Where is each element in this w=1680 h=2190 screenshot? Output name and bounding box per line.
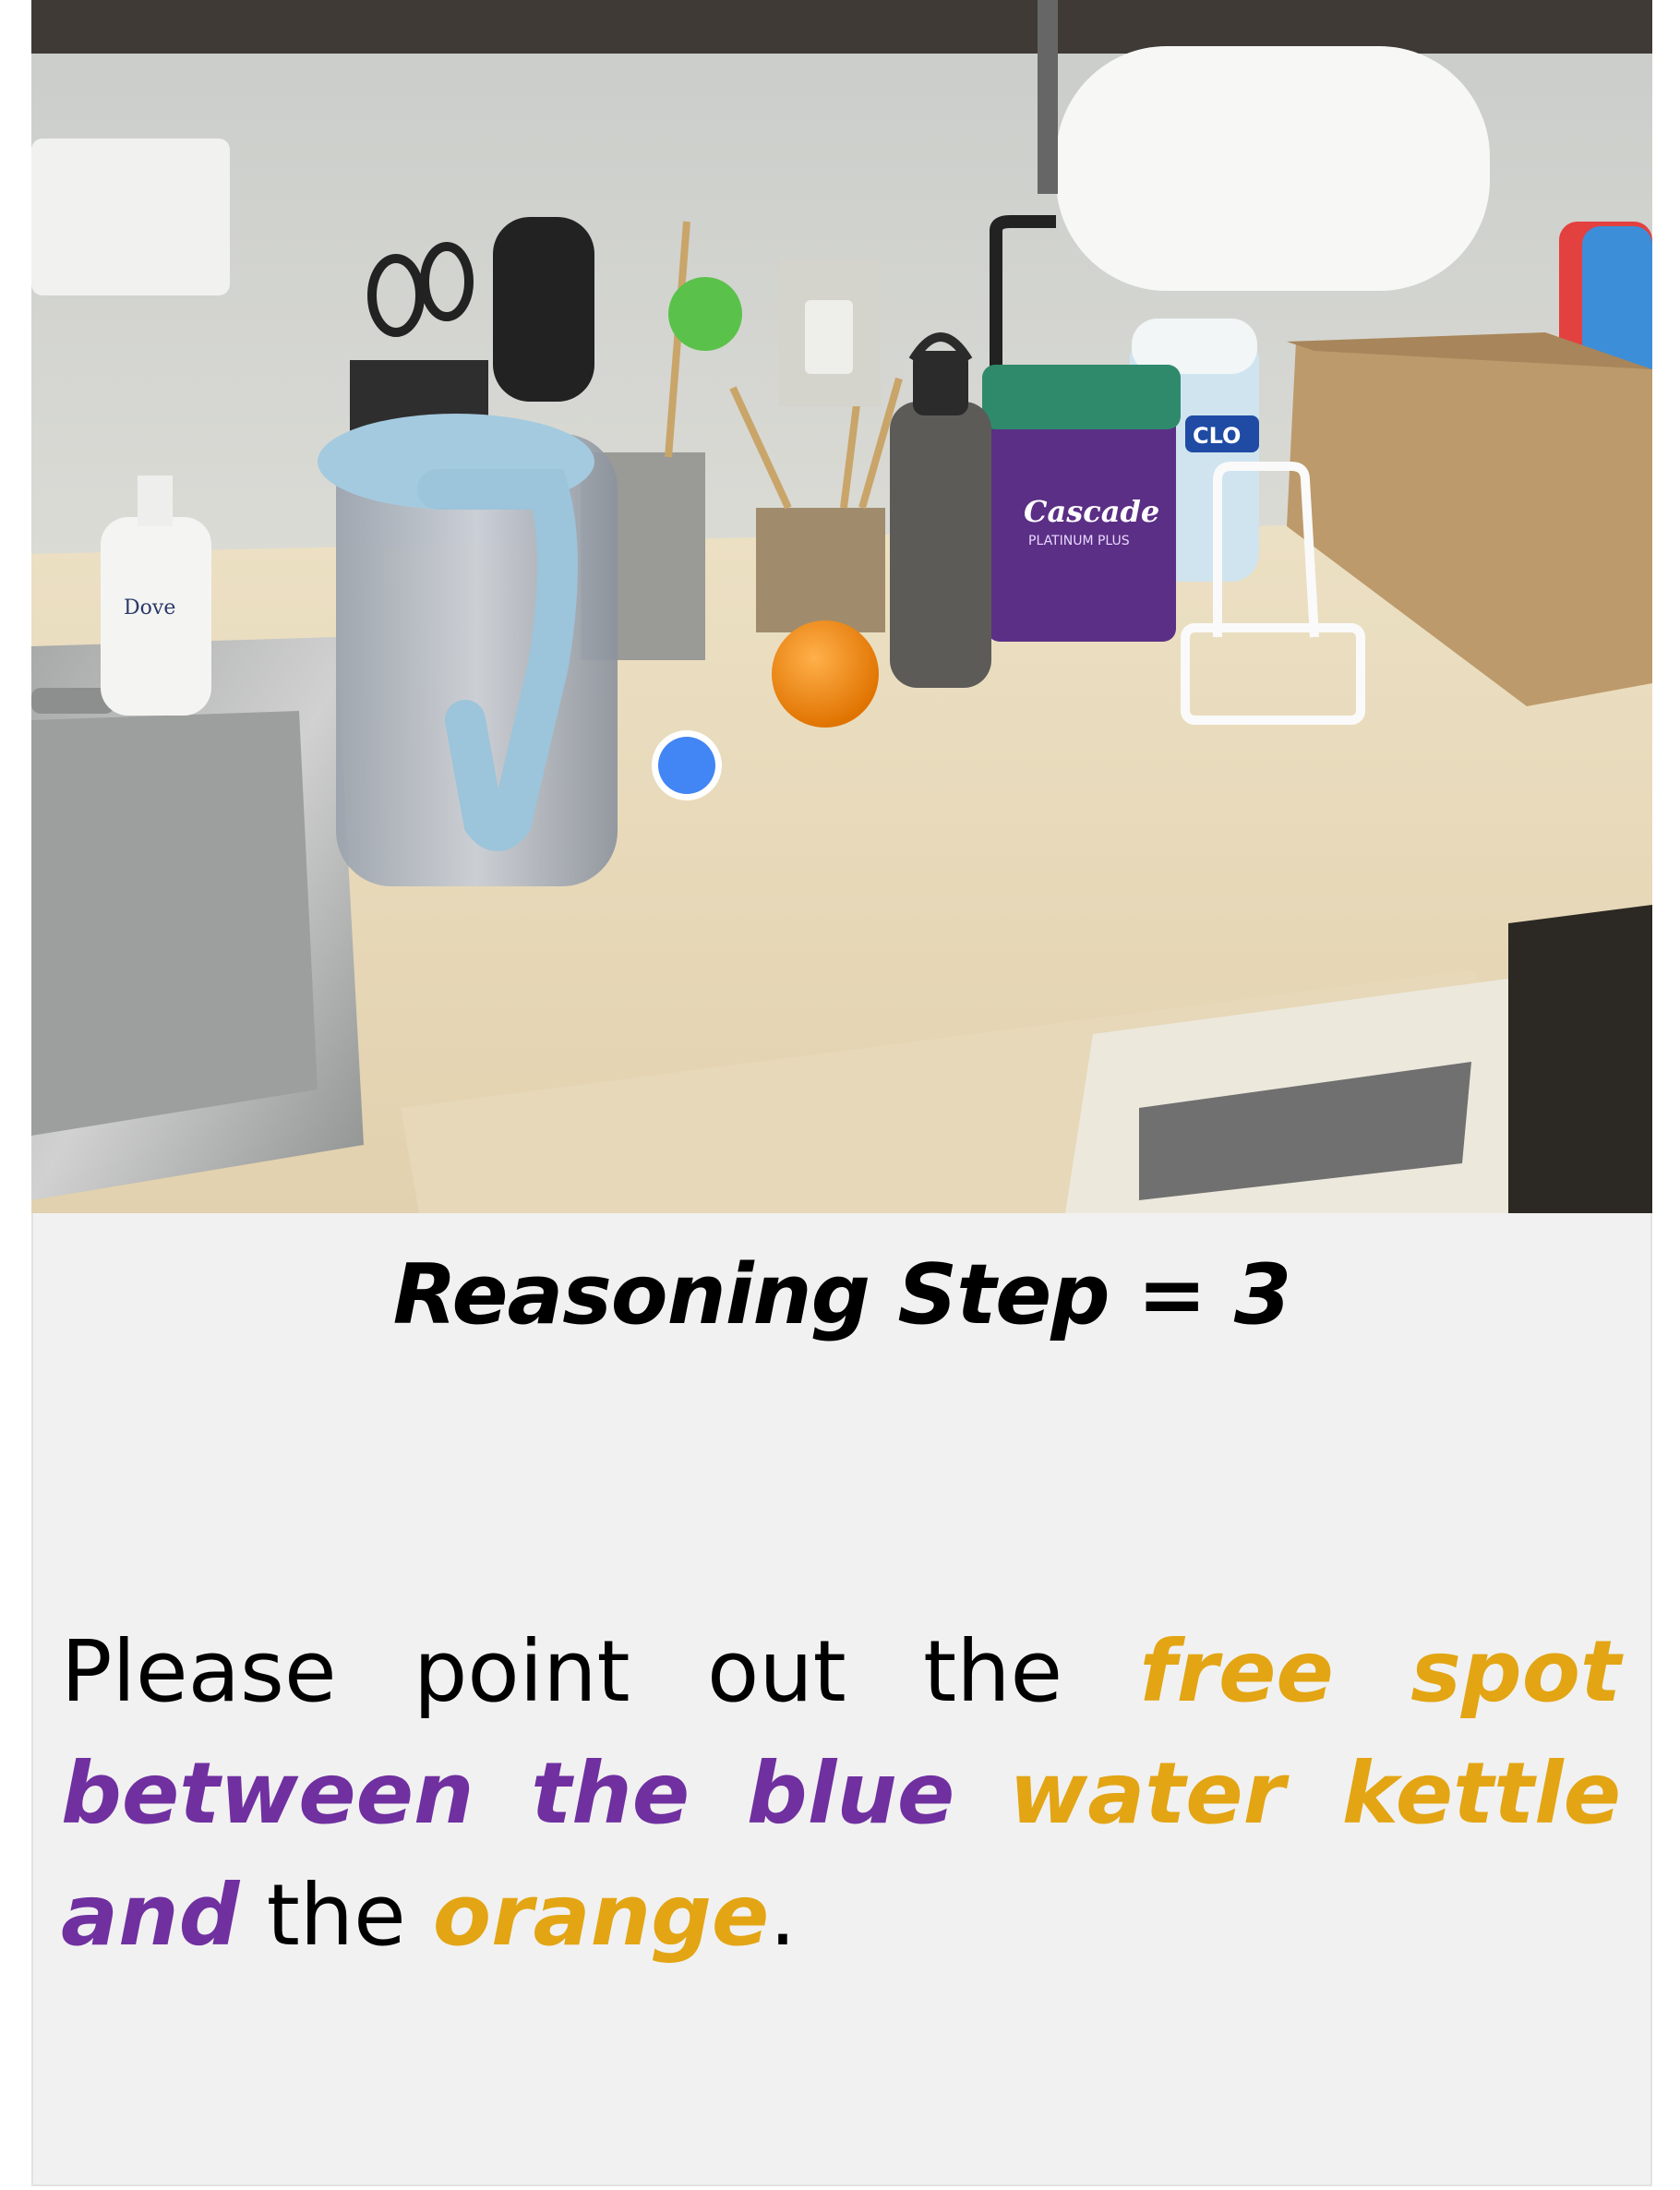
highlight-object: orange xyxy=(432,1866,770,1965)
highlight-relation: between the blue xyxy=(61,1744,955,1843)
kitchen-counter-photo: Dove CLO Cascade PLATINUM PLUS xyxy=(31,0,1652,1213)
highlight-object: spot xyxy=(1410,1622,1621,1721)
soap-label: Dove xyxy=(124,596,175,620)
lower-cabinet xyxy=(1508,905,1652,1213)
reasoning-step-title: Reasoning Step = 3 xyxy=(392,1246,1292,1343)
paper-towel-roll xyxy=(1056,46,1490,291)
prompt-word: point xyxy=(413,1622,630,1721)
highlight-relation: and xyxy=(61,1866,240,1965)
detergent-sublabel: PLATINUM PLUS xyxy=(1028,534,1130,548)
water-bottle xyxy=(890,402,991,688)
instruction-text: Please point out the free spot between t… xyxy=(61,1611,1621,1977)
chopstick-cup xyxy=(756,508,885,632)
bottle-brush xyxy=(668,277,742,351)
highlight-object: water kettle xyxy=(1009,1744,1621,1843)
wipes-label: CLO xyxy=(1193,423,1241,449)
detergent-label: Cascade xyxy=(1024,494,1159,529)
sink-basin xyxy=(31,711,318,1136)
prompt-word: the xyxy=(266,1866,406,1965)
under-cabinet-light xyxy=(31,138,230,295)
orange xyxy=(772,620,879,728)
prompt-word: the xyxy=(923,1622,1063,1721)
marker-point xyxy=(658,737,715,794)
soap-pump xyxy=(138,475,173,526)
prompt-word: out xyxy=(707,1622,846,1721)
highlight-object: free xyxy=(1139,1622,1334,1721)
upper-cabinet xyxy=(31,0,1652,54)
prompt-word: Please xyxy=(61,1622,337,1721)
spatula xyxy=(493,217,594,402)
prompt-period: . xyxy=(769,1866,797,1965)
